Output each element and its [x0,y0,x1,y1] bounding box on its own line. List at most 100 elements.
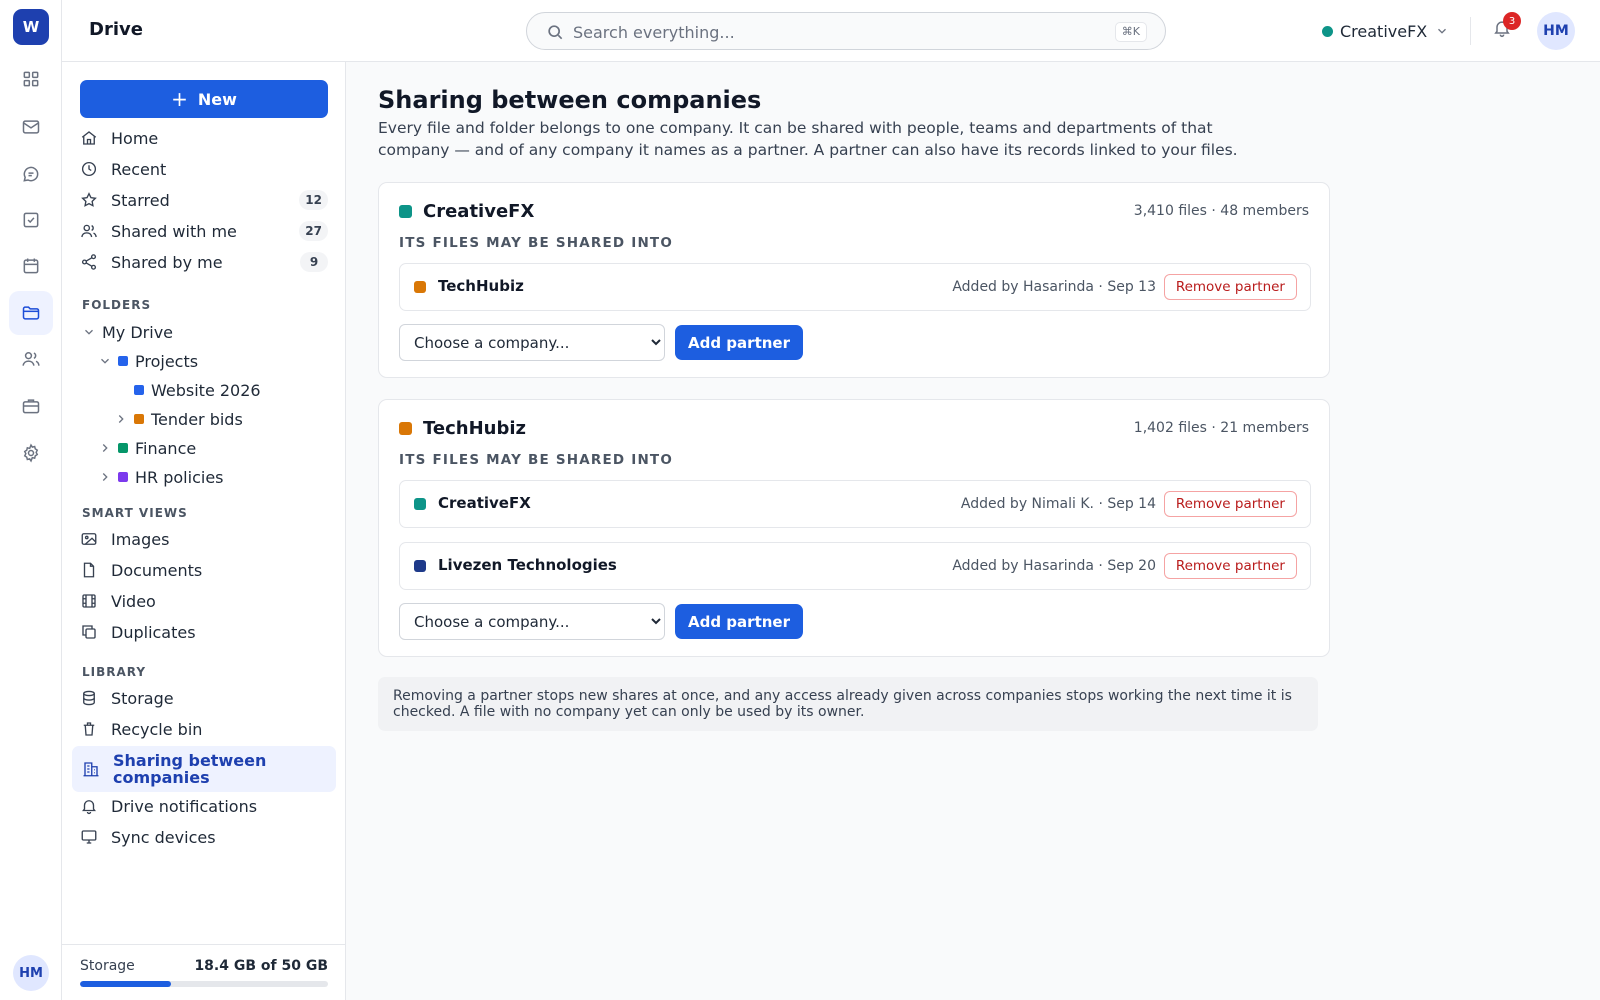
tree-item-label: Projects [135,351,199,371]
nav-label: Starred [111,190,170,210]
company-switcher[interactable]: CreativeFX [1322,18,1449,44]
database-icon [83,690,95,706]
folder-color-swatch [118,356,128,366]
company-color-swatch [399,205,412,218]
nav-recent[interactable]: Recent [80,155,328,183]
remove-partner-button[interactable]: Remove partner [1163,553,1297,579]
partner-added-meta: Added by Hasarinda · Sep 20 [952,558,1156,574]
plus-icon: + [171,87,188,111]
monitor-icon [81,830,97,844]
rail-people-button[interactable] [9,337,53,381]
nav-shared-by-me[interactable]: Shared by me 9 [80,248,328,276]
nav-drive-notifications[interactable]: Drive notifications [80,792,328,820]
rail-briefcase-button[interactable] [9,384,53,428]
shared-by-me-count-badge: 9 [300,252,328,272]
building-icon [83,762,99,777]
nav-label: Drive notifications [111,796,258,816]
rail-apps-button[interactable] [9,57,53,101]
chevron-right-icon[interactable] [98,470,112,484]
nav-label: Shared by me [111,252,223,272]
tree-item-hr-policies[interactable]: HR policies [98,465,224,489]
partner-name: CreativeFX [438,494,531,512]
tasks-icon [23,212,39,228]
nav-home[interactable]: Home [80,124,328,152]
tree-item-website-2026[interactable]: Website 2026 [134,378,261,402]
rail-chat-button[interactable] [9,152,53,196]
nav-video[interactable]: Video [80,587,328,615]
partner-added-meta: Added by Nimali K. · Sep 14 [960,496,1156,512]
app-logo[interactable]: W [13,9,49,45]
add-partner-button[interactable]: Add partner [675,604,803,639]
document-icon [83,562,95,578]
nav-starred[interactable]: Starred 12 [80,186,328,214]
nav-storage[interactable]: Storage [80,684,328,712]
notifications-count-badge: 3 [1503,12,1521,30]
tree-item-tender-bids[interactable]: Tender bids [114,407,243,431]
chevron-right-icon[interactable] [114,412,128,426]
app-rail: W HM [0,0,62,1000]
removal-info-note: Removing a partner stops new shares at o… [378,677,1318,731]
user-avatar[interactable]: HM [1537,12,1575,50]
trash-icon [83,722,95,736]
share-icon [81,254,97,270]
add-partner-button[interactable]: Add partner [675,325,803,360]
rail-user-avatar[interactable]: HM [13,955,49,991]
company-name: TechHubiz [423,418,526,439]
top-bar: Drive ⌘K CreativeFX 3 HM [62,0,1600,62]
company-select[interactable]: Choose a company... [399,603,665,640]
remove-partner-button[interactable]: Remove partner [1163,274,1297,300]
nav-recycle-bin[interactable]: Recycle bin [80,715,328,743]
company-color-dot [1322,25,1333,37]
company-card-techhubiz: TechHubiz 1,402 files · 21 members ITS F… [378,399,1330,657]
bell-icon [82,800,96,815]
nav-sync-devices[interactable]: Sync devices [80,823,328,851]
starred-count-badge: 12 [299,190,328,210]
company-stats: 1,402 files · 21 members [1133,420,1309,436]
rail-drive-button[interactable] [9,291,53,335]
company-color-swatch [399,422,412,435]
chat-icon [23,166,39,182]
company-card-creativefx: CreativeFX 3,410 files · 48 members ITS … [378,182,1330,378]
new-button[interactable]: + New [80,80,328,118]
rail-mail-button[interactable] [9,105,53,149]
company-select[interactable]: Choose a company... [399,324,665,361]
remove-partner-button[interactable]: Remove partner [1163,491,1297,517]
main-content: Sharing between companies Every file and… [346,62,1600,1000]
users-icon [81,224,97,238]
rail-tasks-button[interactable] [9,198,53,242]
storage-usage: Storage 18.4 GB of 50 GB [62,944,346,1000]
tree-item-finance[interactable]: Finance [98,436,196,460]
folders-section-label: FOLDERS [82,298,152,312]
chevron-down-icon[interactable] [82,325,96,339]
tree-item-projects[interactable]: Projects [98,349,198,373]
chevron-down-icon[interactable] [98,354,112,368]
nav-duplicates[interactable]: Duplicates [80,618,328,646]
page-description: Every file and folder belongs to one com… [378,119,1238,159]
chevron-right-icon[interactable] [98,441,112,455]
partner-name: Livezen Technologies [438,556,617,574]
tree-item-my-drive[interactable]: My Drive [82,320,173,344]
smart-views-section-label: SMART VIEWS [82,506,188,520]
rail-calendar-button[interactable] [9,244,53,288]
partner-row: TechHubiz Added by Hasarinda · Sep 13 Re… [399,263,1311,311]
film-icon [82,594,96,608]
tree-item-label: Website 2026 [151,380,261,400]
storage-progress-bar [80,981,328,987]
nav-label: Storage [111,688,174,708]
search-input[interactable] [573,20,1073,44]
tree-item-label: HR policies [135,467,224,487]
search-shortcut-hint: ⌘K [1114,22,1147,42]
partners-subheading: ITS FILES MAY BE SHARED INTO [399,235,674,251]
nav-documents[interactable]: Documents [80,556,328,584]
nav-shared-with-me[interactable]: Shared with me 27 [80,217,328,245]
partner-color-swatch [414,560,426,572]
nav-label: Home [111,128,159,148]
topbar-divider [1470,17,1471,45]
rail-settings-button[interactable] [9,431,53,475]
new-button-label: New [197,89,237,109]
nav-label: Duplicates [111,622,196,642]
global-search[interactable]: ⌘K [526,12,1166,50]
nav-sharing-between-companies[interactable]: Sharing between companies [72,746,336,792]
nav-images[interactable]: Images [80,525,328,553]
star-icon [81,192,97,207]
